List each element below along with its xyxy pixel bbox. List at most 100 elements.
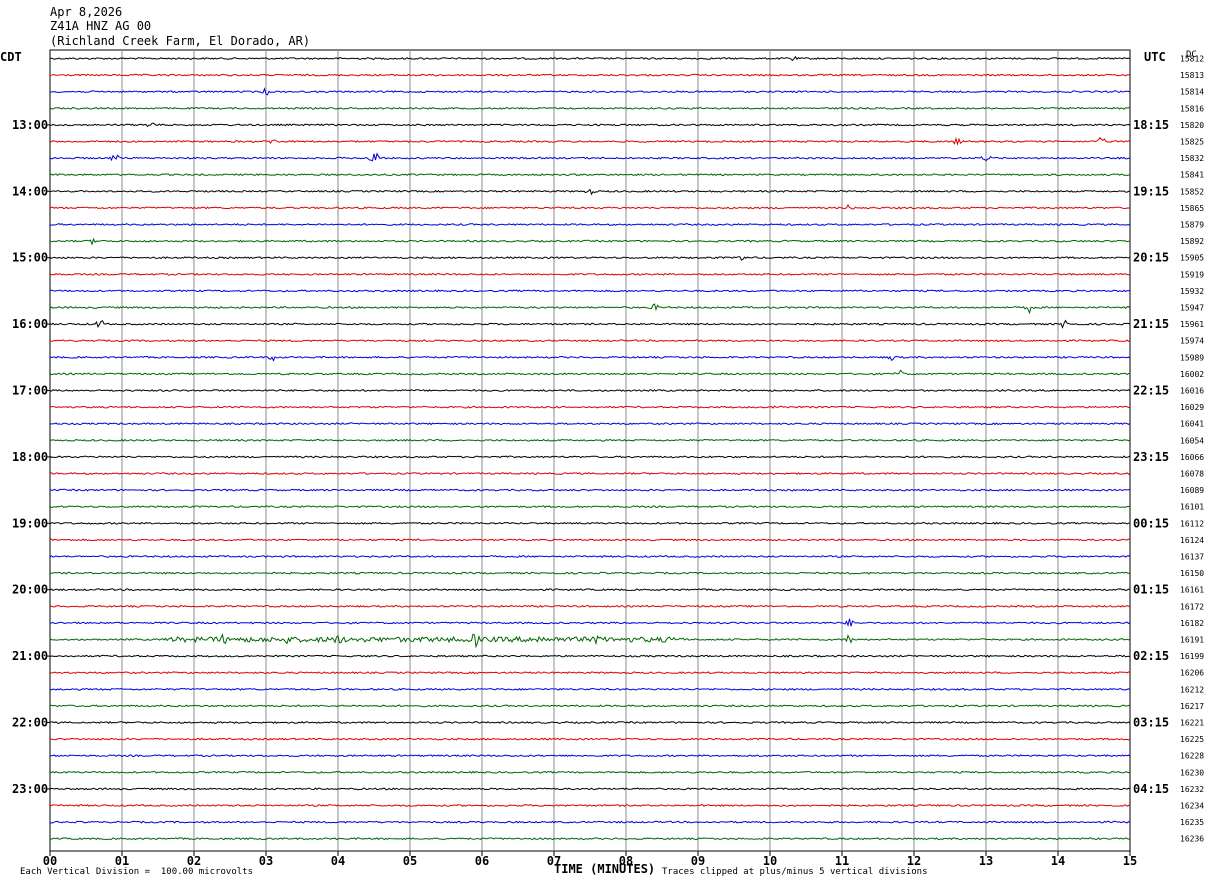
dc-offset-label: 15974	[1180, 337, 1204, 346]
dc-offset-label: 15947	[1180, 304, 1204, 313]
dc-offset-label: 16234	[1180, 802, 1204, 811]
right-time-label: 00:15	[1133, 516, 1169, 530]
trace-line	[49, 521, 1131, 525]
dc-offset-label: 16217	[1180, 702, 1204, 711]
trace-line	[49, 837, 1131, 841]
trace-line	[49, 803, 1131, 808]
dc-offset-label: 16182	[1180, 619, 1204, 628]
dc-offset-label: 16221	[1180, 719, 1204, 728]
trace-line	[49, 369, 1131, 376]
left-time-label: 19:00	[12, 516, 48, 530]
clip-note: Traces clipped at plus/minus 5 vertical …	[662, 867, 928, 877]
dc-offset-label: 16212	[1180, 685, 1204, 694]
trace-line	[49, 223, 1131, 226]
trace-line	[49, 588, 1130, 592]
trace-line	[49, 720, 1131, 724]
x-tick-label: 13	[979, 854, 993, 868]
trace-line	[49, 319, 1131, 329]
trace-line	[49, 687, 1131, 691]
trace-line	[49, 73, 1131, 77]
x-tick-label: 03	[259, 854, 273, 868]
trace-line	[49, 422, 1131, 426]
trace-line	[49, 203, 1131, 210]
left-time-label: 15:00	[12, 251, 48, 265]
trace-line	[49, 438, 1131, 442]
dc-offset-label: 16016	[1180, 387, 1204, 396]
dc-offset-label: 16124	[1180, 536, 1204, 545]
x-tick-label: 06	[475, 854, 489, 868]
dc-offset-label: 15825	[1180, 138, 1204, 147]
x-tick-label: 15	[1123, 854, 1137, 868]
dc-offset-label: 15814	[1180, 88, 1204, 97]
x-tick-label: 10	[763, 854, 777, 868]
left-time-label: 16:00	[12, 317, 48, 331]
dc-offset-label: 16235	[1180, 818, 1204, 827]
dc-offset-label: 15932	[1180, 287, 1204, 296]
dc-offset-label: 15832	[1180, 154, 1204, 163]
dc-offset-label: 15816	[1180, 104, 1204, 113]
trace-line	[49, 505, 1131, 509]
left-time-label: 17:00	[12, 384, 48, 398]
dc-offset-label: 15919	[1180, 270, 1204, 279]
trace-line	[49, 237, 1131, 246]
trace-line	[49, 355, 1131, 362]
left-time-label: 21:00	[12, 649, 48, 663]
right-time-label: 03:15	[1133, 716, 1169, 730]
dc-offset-label: 16161	[1180, 586, 1204, 595]
trace-line	[49, 136, 1131, 146]
dc-offset-label: 16112	[1180, 519, 1204, 528]
dc-offset-label: 16191	[1180, 636, 1204, 645]
x-axis-label: TIME (MINUTES)	[554, 862, 656, 876]
x-tick-label: 02	[187, 854, 201, 868]
dc-offset-label: 16150	[1180, 569, 1204, 578]
dc-offset-label: 16228	[1180, 752, 1204, 761]
trace-line	[49, 488, 1131, 492]
x-tick-label: 12	[907, 854, 921, 868]
dc-offset-label: 16199	[1180, 652, 1204, 661]
dc-offset-label: 15812	[1180, 55, 1204, 64]
trace-line	[49, 538, 1131, 542]
left-time-label: 23:00	[12, 782, 48, 796]
trace-line	[49, 55, 1131, 62]
trace-line	[49, 289, 1131, 293]
left-time-label: 18:00	[12, 450, 48, 464]
dc-offset-label: 15865	[1180, 204, 1204, 213]
x-tick-label: 00	[43, 854, 57, 868]
trace-line	[49, 555, 1131, 558]
x-tick-label: 14	[1051, 854, 1065, 868]
dc-offset-label: 15841	[1180, 171, 1204, 180]
trace-line	[49, 188, 1131, 196]
right-time-label: 23:15	[1133, 450, 1169, 464]
trace-line	[49, 87, 1131, 96]
dc-offset-label: 16066	[1180, 453, 1204, 462]
dc-offset-label: 15905	[1180, 254, 1204, 263]
dc-offset-label: 16236	[1180, 835, 1204, 844]
trace-line	[49, 671, 1131, 675]
scale-note: Each Vertical Division = 100.00 microvol…	[20, 867, 253, 877]
right-time-label: 01:15	[1133, 583, 1169, 597]
dc-offset-label: 16101	[1180, 503, 1204, 512]
x-tick-label: 09	[691, 854, 705, 868]
trace-line	[49, 704, 1131, 708]
trace-line	[49, 106, 1131, 110]
x-tick-label: 11	[835, 854, 849, 868]
trace-line	[49, 389, 1131, 392]
trace-line	[49, 787, 1131, 791]
trace-line	[49, 618, 1131, 628]
trace-line	[49, 173, 1131, 177]
trace-line	[49, 256, 1131, 261]
trace-line	[49, 770, 1131, 774]
dc-offset-label: 16172	[1180, 602, 1204, 611]
trace-line	[49, 571, 1131, 575]
plot-frame	[49, 49, 1131, 852]
trace-line	[49, 272, 1131, 276]
trace-line	[49, 303, 1131, 315]
dc-offset-label: 16029	[1180, 403, 1204, 412]
trace-line	[49, 339, 1131, 343]
right-time-label: 04:15	[1133, 782, 1169, 796]
trace-line	[49, 122, 1131, 128]
dc-offset-label: 16089	[1180, 486, 1204, 495]
right-time-label: 02:15	[1133, 649, 1169, 663]
trace-line	[49, 152, 1131, 162]
trace-line	[49, 654, 1131, 658]
